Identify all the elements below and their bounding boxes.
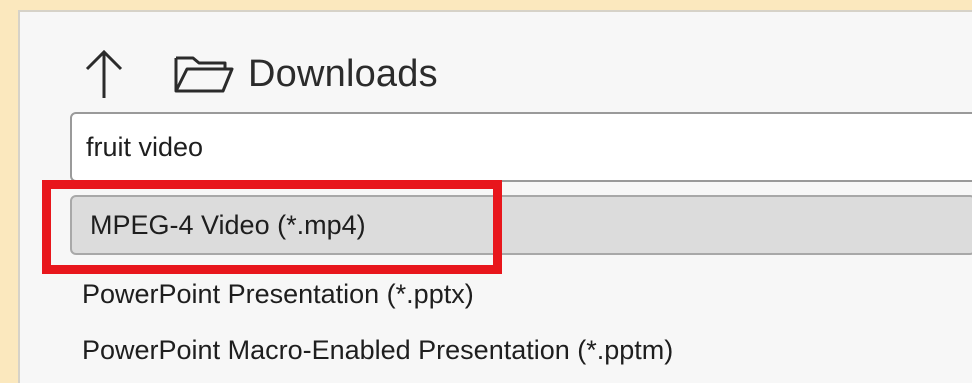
- file-type-option-mp4[interactable]: MPEG-4 Video (*.mp4): [70, 195, 972, 255]
- option-label: MPEG-4 Video (*.mp4): [90, 209, 366, 240]
- current-folder-label[interactable]: Downloads: [248, 53, 438, 96]
- file-name-input[interactable]: [70, 112, 972, 182]
- file-type-option-pptm[interactable]: PowerPoint Macro-Enabled Presentation (*…: [68, 322, 972, 378]
- location-bar: Downloads: [80, 44, 438, 104]
- screenshot-frame: Downloads MPEG-4 Video (*.mp4) PowerPoin…: [0, 0, 972, 383]
- arrow-up-icon[interactable]: [80, 46, 128, 102]
- option-label: PowerPoint Presentation (*.pptx): [82, 278, 474, 309]
- folder-icon: [172, 54, 236, 94]
- file-type-option-pptx[interactable]: PowerPoint Presentation (*.pptx): [68, 266, 972, 322]
- save-dialog-panel: Downloads MPEG-4 Video (*.mp4) PowerPoin…: [18, 10, 972, 383]
- save-as-type-dropdown-list: MPEG-4 Video (*.mp4) PowerPoint Presenta…: [68, 190, 972, 383]
- option-label: PowerPoint Macro-Enabled Presentation (*…: [82, 334, 674, 365]
